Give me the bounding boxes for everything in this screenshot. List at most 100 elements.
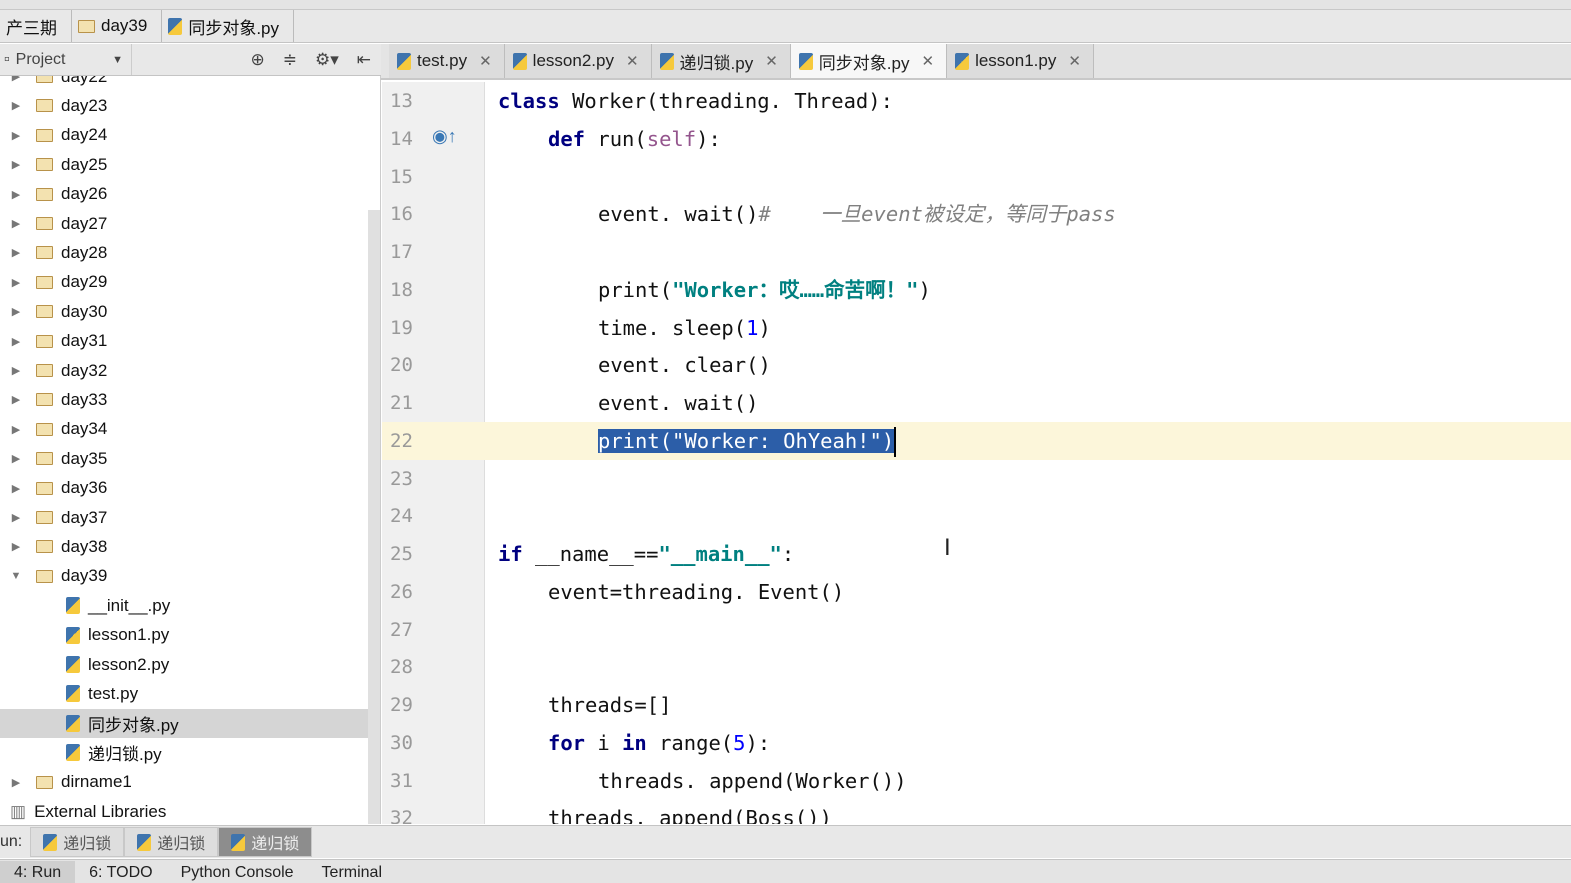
run-tab-label: 递归锁 (63, 836, 112, 853)
close-icon[interactable]: ✕ (1068, 52, 1081, 70)
tool-tab[interactable]: Terminal (308, 861, 396, 883)
collapse-all-icon[interactable]: ≑ (283, 50, 297, 70)
line-number: 25 (390, 543, 413, 565)
line-number: 31 (390, 769, 413, 792)
code-line: 16 event. wait()# 一旦event被设定，等同于pass (382, 195, 1571, 233)
folder-icon (36, 275, 53, 289)
tree-item[interactable]: 递归锁.py (0, 738, 370, 767)
chevron-right-icon[interactable]: ▶ (10, 129, 22, 142)
tree-item[interactable]: ▶ day32 (0, 356, 370, 385)
close-icon[interactable]: ✕ (479, 52, 492, 70)
tree-item-label: day24 (61, 125, 108, 145)
code-text: threads. append(Boss()) (548, 799, 832, 824)
code-editor[interactable]: 13 class Worker(threading. Thread): 14 def … (382, 82, 1571, 824)
breadcrumb-item[interactable]: 同步对象.py (162, 10, 295, 42)
breadcrumb-item[interactable]: day39 (72, 10, 163, 42)
chevron-right-icon[interactable]: ▶ (10, 335, 22, 348)
tree-item[interactable]: ▶ day23 (0, 91, 370, 120)
tree-item[interactable]: ▶ dirname1 (0, 768, 370, 797)
tree-item[interactable]: 同步对象.py (0, 708, 370, 738)
code-text: time. sleep(1) (598, 309, 771, 347)
line-number: 16 (390, 203, 413, 226)
tree-item[interactable]: ▶ day37 (0, 503, 370, 532)
python-file-icon (512, 52, 527, 70)
tree-item[interactable]: ▥ External Libraries (0, 797, 370, 824)
folder-icon (36, 305, 53, 319)
chevron-right-icon[interactable]: ▶ (10, 482, 22, 495)
tree-item[interactable]: __init__.py (0, 591, 370, 620)
close-icon[interactable]: ✕ (765, 52, 778, 70)
tree-item[interactable]: ▶ day25 (0, 150, 370, 179)
chevron-right-icon[interactable]: ▶ (10, 246, 22, 259)
chevron-right-icon[interactable]: ▶ (10, 99, 22, 112)
tab-4[interactable]: lesson1.py ✕ (947, 44, 1094, 78)
chevron-right-icon[interactable]: ▶ (10, 776, 22, 789)
tree-scrollbar[interactable] (368, 210, 380, 824)
chevron-right-icon[interactable]: ▶ (10, 452, 22, 465)
run-tab[interactable]: 递归锁 (124, 827, 219, 857)
breadcrumb-item[interactable]: 产三期 (0, 10, 72, 42)
chevron-right-icon[interactable]: ▶ (10, 276, 22, 289)
tree-item-label: day37 (61, 507, 108, 527)
tab-0[interactable]: test.py ✕ (389, 44, 505, 78)
tree-item[interactable]: test.py (0, 679, 370, 708)
close-icon[interactable]: ✕ (626, 52, 639, 70)
run-tab-label: 递归锁 (251, 836, 300, 853)
tree-item[interactable]: ▶ day31 (0, 327, 370, 356)
tree-item[interactable]: ▶ day36 (0, 474, 370, 503)
line-number: 17 (390, 241, 413, 263)
tree-item[interactable]: ▶ day22 (0, 76, 370, 91)
line-number: 29 (390, 694, 413, 716)
tree-item-label: day32 (61, 360, 108, 380)
override-method-icon[interactable]: ◉↑ (432, 126, 457, 147)
tree-item[interactable]: ▶ day33 (0, 385, 370, 414)
folder-icon (36, 128, 53, 142)
code-line: 27 (382, 611, 1571, 649)
chevron-right-icon[interactable]: ▶ (10, 76, 22, 83)
chevron-down-icon[interactable]: ▼ (10, 570, 22, 582)
run-tab[interactable]: 递归锁 (30, 827, 125, 857)
tool-tab-label: Python Console (180, 864, 294, 881)
caret (894, 426, 897, 457)
chevron-right-icon[interactable]: ▶ (10, 540, 22, 553)
gear-icon[interactable]: ⚙▾ (315, 50, 339, 70)
run-tab[interactable]: 递归锁 (218, 827, 313, 857)
tool-tab[interactable]: 6: TODO (75, 861, 166, 883)
tool-tab[interactable]: Python Console (167, 861, 308, 883)
tree-item[interactable]: ▶ day27 (0, 209, 370, 238)
chevron-right-icon[interactable]: ▶ (10, 158, 22, 171)
close-icon[interactable]: ✕ (921, 52, 934, 70)
chevron-right-icon[interactable]: ▶ (10, 511, 22, 524)
tool-tab[interactable]: 4: Run (0, 861, 76, 883)
chevron-right-icon[interactable]: ▶ (10, 423, 22, 436)
tree-item-label: day30 (61, 301, 108, 321)
tree-item-label: day28 (61, 242, 108, 262)
tab-2[interactable]: 递归锁.py ✕ (651, 44, 791, 78)
tree-item[interactable]: ▶ day29 (0, 268, 370, 297)
chevron-right-icon[interactable]: ▶ (10, 364, 22, 377)
tree-item[interactable]: ▶ day34 (0, 415, 370, 444)
tree-item[interactable]: ▶ day35 (0, 444, 370, 473)
tree-item[interactable]: ▶ day38 (0, 532, 370, 561)
project-view-dropdown[interactable]: ▫ Project ▼ (0, 44, 132, 75)
tab-label: test.py (417, 51, 468, 70)
scroll-from-source-icon[interactable]: ⊕ (250, 50, 264, 70)
code-line: 21 event. wait() (382, 384, 1571, 422)
tree-item[interactable]: ▼ day39 (0, 562, 370, 591)
chevron-right-icon[interactable]: ▶ (10, 393, 22, 406)
tree-item[interactable]: lesson1.py (0, 621, 370, 650)
chevron-right-icon[interactable]: ▶ (10, 305, 22, 318)
tab-3[interactable]: 同步对象.py ✕ (790, 44, 948, 78)
tree-item[interactable]: ▶ day28 (0, 238, 370, 267)
tree-item[interactable]: ▶ day30 (0, 297, 370, 326)
chevron-right-icon[interactable]: ▶ (10, 188, 22, 201)
code-token: for (548, 730, 598, 755)
tab-1[interactable]: lesson2.py ✕ (504, 44, 652, 78)
chevron-right-icon[interactable]: ▶ (10, 217, 22, 230)
tree-item[interactable]: ▶ day26 (0, 180, 370, 209)
code-text: event. clear() (598, 346, 771, 384)
hide-panel-icon[interactable]: ⇤ (357, 50, 371, 70)
tree-item[interactable]: lesson2.py (0, 650, 370, 679)
tree-item[interactable]: ▶ day24 (0, 121, 370, 150)
project-tree: ▶ day22 ▶ day23 ▶ day24 ▶ day25 ▶ day26 ▶ day27 ▶ day… (0, 76, 381, 824)
